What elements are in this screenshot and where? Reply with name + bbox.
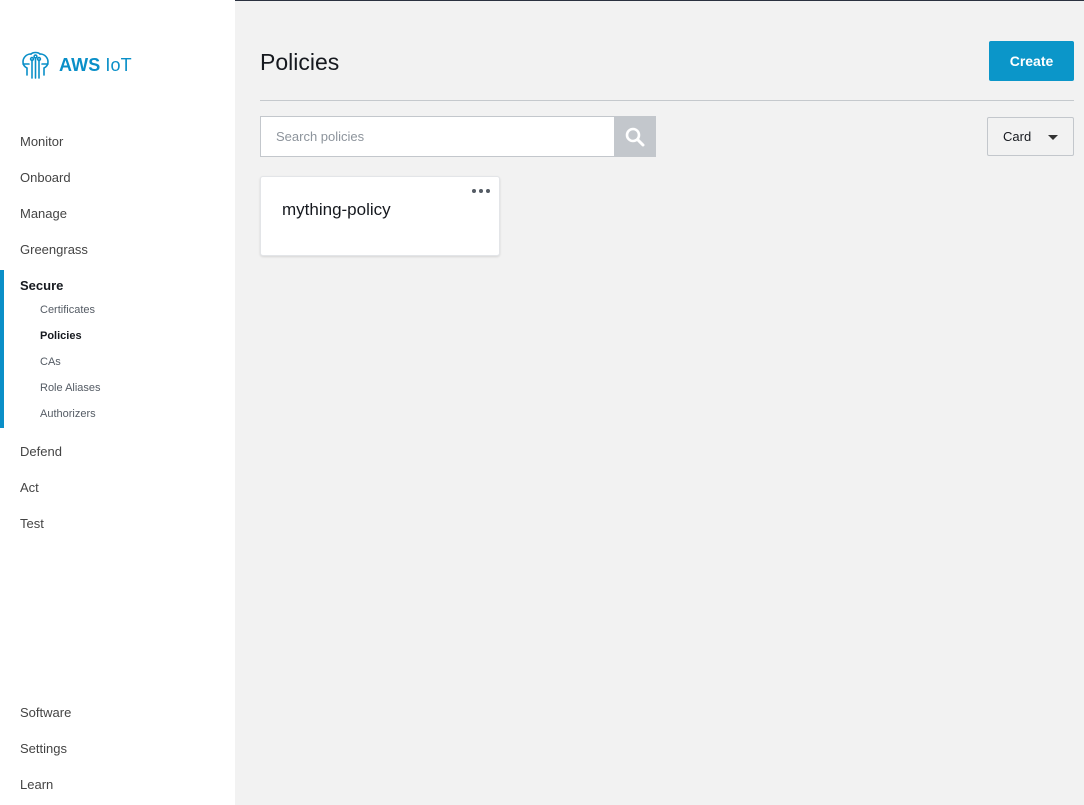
menu-dot bbox=[479, 189, 483, 193]
sidebar-item-manage[interactable]: Manage bbox=[20, 206, 67, 222]
sidebar-item-settings[interactable]: Settings bbox=[20, 741, 67, 757]
header-divider bbox=[260, 100, 1074, 101]
sidebar-subitem-cas[interactable]: CAs bbox=[40, 355, 61, 369]
sidebar-item-defend[interactable]: Defend bbox=[20, 444, 62, 460]
sidebar-item-software[interactable]: Software bbox=[20, 705, 71, 721]
search-button[interactable] bbox=[614, 116, 656, 157]
app-name-bold: AWS bbox=[59, 54, 101, 75]
menu-dot bbox=[472, 189, 476, 193]
chevron-down-icon bbox=[1048, 135, 1058, 140]
policy-card-title[interactable]: mything-policy bbox=[282, 200, 391, 220]
sidebar-item-learn[interactable]: Learn bbox=[20, 777, 53, 793]
sidebar-subitem-certificates[interactable]: Certificates bbox=[40, 303, 95, 317]
iot-logo-icon bbox=[22, 51, 49, 79]
active-section-indicator bbox=[0, 270, 4, 428]
sidebar-item-onboard[interactable]: Onboard bbox=[20, 170, 71, 186]
create-button[interactable]: Create bbox=[989, 41, 1074, 81]
policy-card[interactable]: mything-policy bbox=[260, 176, 500, 256]
aws-iot-logo[interactable]: AWS IoT bbox=[20, 50, 132, 80]
app-name: AWS IoT bbox=[59, 55, 132, 76]
main-content: Policies Create Card mything-policy bbox=[235, 0, 1084, 805]
sidebar: AWS IoT Monitor Onboard Manage Greengras… bbox=[0, 0, 235, 805]
search-input[interactable] bbox=[260, 116, 615, 157]
view-mode-value: Card bbox=[1003, 129, 1032, 144]
sidebar-subitem-role-aliases[interactable]: Role Aliases bbox=[40, 381, 101, 395]
app-name-rest: IoT bbox=[100, 54, 132, 75]
page-title: Policies bbox=[260, 49, 340, 75]
menu-dot bbox=[486, 189, 490, 193]
sidebar-subitem-policies[interactable]: Policies bbox=[40, 329, 82, 343]
view-mode-select[interactable]: Card bbox=[987, 117, 1074, 156]
sidebar-subitem-authorizers[interactable]: Authorizers bbox=[40, 407, 96, 421]
sidebar-item-act[interactable]: Act bbox=[20, 480, 39, 496]
app-root: AWS IoT Monitor Onboard Manage Greengras… bbox=[0, 0, 1084, 805]
search-icon bbox=[625, 127, 645, 146]
more-options-icon[interactable] bbox=[471, 186, 491, 196]
sidebar-item-monitor[interactable]: Monitor bbox=[20, 134, 63, 150]
sidebar-item-greengrass[interactable]: Greengrass bbox=[20, 242, 88, 258]
sidebar-item-secure[interactable]: Secure bbox=[20, 278, 63, 294]
sidebar-item-test[interactable]: Test bbox=[20, 516, 44, 532]
